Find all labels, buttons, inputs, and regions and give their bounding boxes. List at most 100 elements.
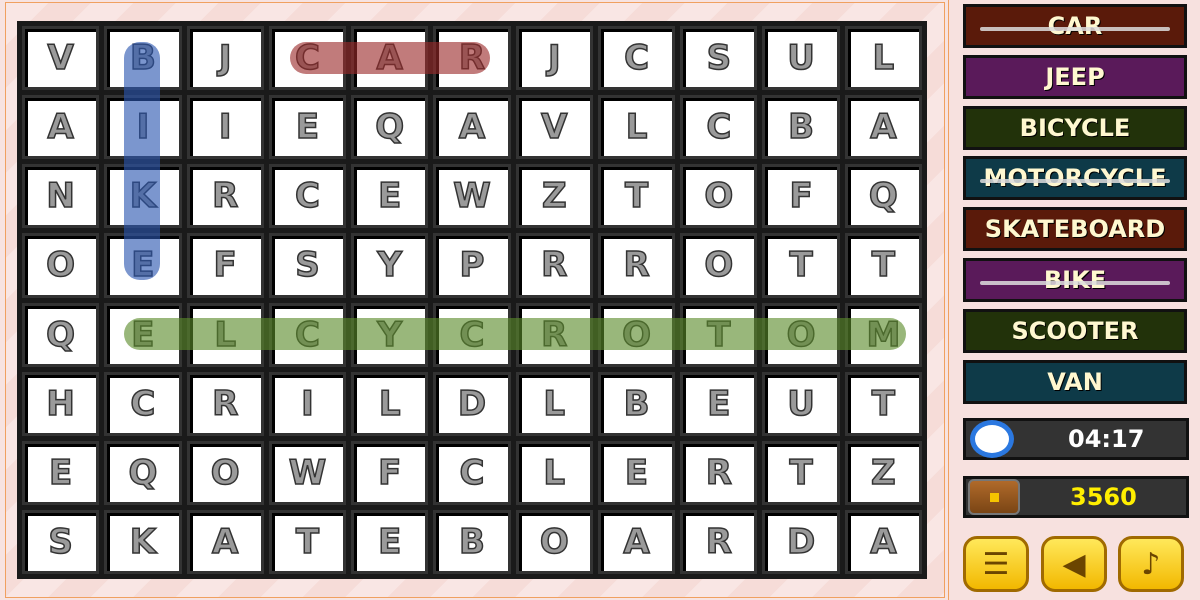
- letter-cell[interactable]: L: [515, 440, 593, 505]
- letter-cell[interactable]: T: [844, 233, 922, 298]
- clock-icon: [970, 420, 1014, 458]
- letter-cell[interactable]: W: [433, 164, 511, 229]
- letter-cell[interactable]: A: [433, 95, 511, 160]
- letter-cell[interactable]: J: [186, 26, 264, 91]
- letter-cell[interactable]: Q: [351, 95, 429, 160]
- letter-cell[interactable]: C: [104, 371, 182, 436]
- letter-cell[interactable]: H: [22, 371, 100, 436]
- letter-cell[interactable]: D: [762, 509, 840, 574]
- sound-button[interactable]: ◀: [1041, 536, 1107, 592]
- letter-cell[interactable]: C: [268, 164, 347, 229]
- letter-cell[interactable]: Z: [515, 164, 593, 229]
- letter-cell[interactable]: E: [351, 509, 429, 574]
- letter-cell[interactable]: D: [433, 371, 511, 436]
- letter-cell[interactable]: J: [515, 26, 593, 91]
- letter-cell[interactable]: B: [433, 509, 511, 574]
- letter-cell[interactable]: L: [844, 26, 922, 91]
- letter-cell[interactable]: B: [762, 95, 840, 160]
- letter-cell[interactable]: U: [762, 26, 840, 91]
- letter-cell[interactable]: A: [844, 509, 922, 574]
- score-panel: 3560: [963, 476, 1189, 518]
- letter-cell[interactable]: L: [351, 371, 429, 436]
- letter-cell[interactable]: U: [762, 371, 840, 436]
- letter-cell[interactable]: Q: [22, 302, 100, 367]
- letter-cell[interactable]: O: [515, 509, 593, 574]
- letter-cell[interactable]: N: [22, 164, 100, 229]
- word-item-van: VAN: [963, 359, 1187, 404]
- letter-cell[interactable]: R: [186, 164, 264, 229]
- strikethrough: [980, 281, 1170, 285]
- letter-cell[interactable]: R: [186, 371, 264, 436]
- letter-cell[interactable]: F: [351, 440, 429, 505]
- letter-cell[interactable]: E: [597, 440, 676, 505]
- letter-cell[interactable]: O: [186, 440, 264, 505]
- found-highlight-bike: [124, 42, 160, 280]
- letter-cell[interactable]: R: [680, 509, 758, 574]
- letter-cell[interactable]: S: [22, 509, 100, 574]
- letter-cell[interactable]: R: [597, 233, 676, 298]
- timer-panel: 04:17: [963, 418, 1189, 460]
- letter-cell[interactable]: W: [268, 440, 347, 505]
- treasure-chest-icon: [968, 479, 1020, 515]
- menu-button[interactable]: ☰: [963, 536, 1029, 592]
- word-label: BICYCLE: [1019, 113, 1131, 142]
- letter-cell[interactable]: L: [515, 371, 593, 436]
- letter-cell[interactable]: T: [597, 164, 676, 229]
- letter-cell[interactable]: O: [680, 164, 758, 229]
- word-item-motorcycle: MOTORCYCLE: [963, 156, 1187, 201]
- word-label: VAN: [1047, 367, 1103, 396]
- word-label: MOTORCYCLE: [983, 164, 1167, 193]
- letter-cell[interactable]: K: [104, 509, 182, 574]
- letter-cell[interactable]: E: [351, 164, 429, 229]
- letter-cell[interactable]: P: [433, 233, 511, 298]
- letter-cell[interactable]: C: [680, 95, 758, 160]
- letter-cell[interactable]: C: [433, 440, 511, 505]
- letter-cell[interactable]: F: [762, 164, 840, 229]
- letter-cell[interactable]: T: [844, 371, 922, 436]
- sound-icon: ◀: [1062, 546, 1086, 582]
- letter-cell[interactable]: T: [268, 509, 347, 574]
- letter-cell[interactable]: A: [186, 509, 264, 574]
- letter-cell[interactable]: O: [680, 233, 758, 298]
- word-label: BIKE: [1043, 266, 1107, 294]
- music-button[interactable]: ♪: [1118, 536, 1184, 592]
- letter-cell[interactable]: A: [22, 95, 100, 160]
- letter-cell[interactable]: O: [22, 233, 100, 298]
- letter-cell[interactable]: R: [680, 440, 758, 505]
- word-label: CAR: [1047, 12, 1103, 40]
- word-label: JEEP: [1045, 62, 1105, 91]
- letter-cell[interactable]: I: [268, 371, 347, 436]
- letter-cell[interactable]: E: [680, 371, 758, 436]
- word-item-bicycle: BICYCLE: [963, 105, 1187, 150]
- letter-cell[interactable]: A: [597, 509, 676, 574]
- word-item-bike: BIKE: [963, 258, 1187, 302]
- word-item-scooter: SCOOTER: [963, 308, 1187, 353]
- letter-cell[interactable]: T: [762, 233, 840, 298]
- letter-cell[interactable]: R: [515, 233, 593, 298]
- word-item-jeep: JEEP: [963, 54, 1187, 99]
- letter-cell[interactable]: S: [680, 26, 758, 91]
- letter-cell[interactable]: Q: [844, 164, 922, 229]
- letter-cell[interactable]: T: [762, 440, 840, 505]
- letter-cell[interactable]: Y: [351, 233, 429, 298]
- letter-cell[interactable]: E: [268, 95, 347, 160]
- found-highlight-car: [290, 42, 490, 74]
- music-icon: ♪: [1141, 546, 1161, 582]
- letter-cell[interactable]: Z: [844, 440, 922, 505]
- letter-cell[interactable]: L: [597, 95, 676, 160]
- word-item-car: CAR: [963, 4, 1187, 48]
- letter-cell[interactable]: E: [22, 440, 100, 505]
- score-value: 3560: [1070, 483, 1137, 511]
- word-label: SCOOTER: [1011, 316, 1139, 345]
- letter-cell[interactable]: S: [268, 233, 347, 298]
- letter-cell[interactable]: I: [186, 95, 264, 160]
- word-label: SKATEBOARD: [984, 215, 1166, 244]
- strikethrough: [980, 27, 1170, 31]
- letter-cell[interactable]: B: [597, 371, 676, 436]
- letter-cell[interactable]: F: [186, 233, 264, 298]
- letter-cell[interactable]: C: [597, 26, 676, 91]
- letter-cell[interactable]: V: [22, 26, 100, 91]
- letter-cell[interactable]: Q: [104, 440, 182, 505]
- letter-cell[interactable]: A: [844, 95, 922, 160]
- letter-cell[interactable]: V: [515, 95, 593, 160]
